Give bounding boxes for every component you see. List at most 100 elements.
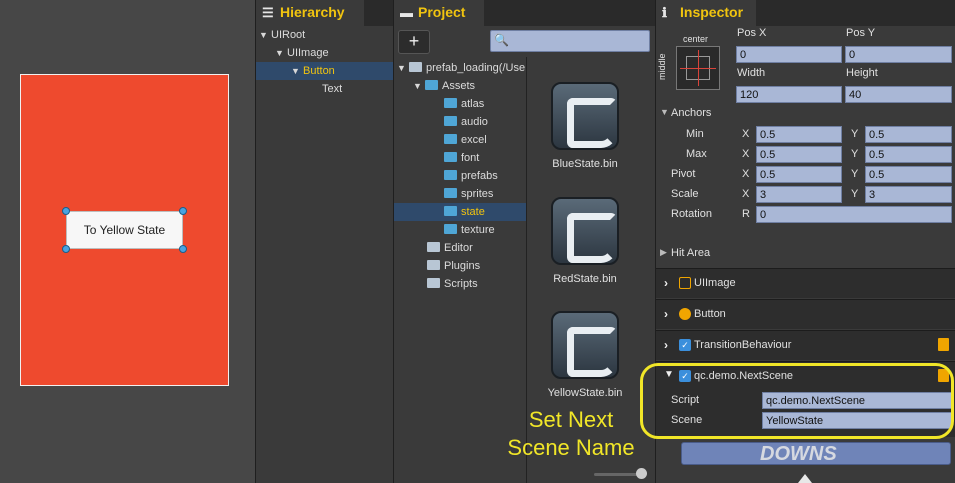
tree-item-label: prefab_loading(/Use: [426, 62, 526, 74]
project-tree-root[interactable]: ▼ prefab_loading(/Use: [397, 59, 525, 77]
asset-bluestate[interactable]: BlueState.bin: [530, 82, 640, 170]
chevron-right-icon[interactable]: ›: [664, 307, 668, 321]
folder-icon: [444, 98, 457, 108]
resize-handle-tl[interactable]: [62, 207, 70, 215]
hierarchy-item-label: UIImage: [287, 47, 329, 59]
project-tree-texture[interactable]: texture: [444, 221, 495, 239]
project-tree-audio[interactable]: audio: [444, 113, 488, 131]
project-tree-sprites[interactable]: sprites: [444, 185, 493, 203]
add-button[interactable]: +: [398, 30, 430, 54]
pivot-x-label: X: [742, 168, 750, 180]
tab-inspector-label: Inspector: [680, 4, 744, 20]
folder-icon: [427, 260, 440, 270]
rotation-field[interactable]: 0: [756, 206, 952, 223]
hierarchy-item-uiroot[interactable]: ▼ UIRoot: [259, 26, 393, 44]
height-field[interactable]: 40: [845, 86, 952, 103]
asset-yellowstate[interactable]: YellowState.bin: [530, 311, 640, 399]
hit-area-label[interactable]: Hit Area: [671, 247, 710, 259]
min-x-field[interactable]: 0.5: [756, 126, 842, 143]
chevron-down-icon[interactable]: ▼: [259, 26, 271, 44]
max-x-field[interactable]: 0.5: [756, 146, 842, 163]
pos-x-label: Pos X: [737, 27, 767, 39]
chevron-down-icon[interactable]: ▼: [413, 77, 425, 95]
resize-handle-bl[interactable]: [62, 245, 70, 253]
enabled-checkbox[interactable]: ✓: [679, 339, 691, 351]
width-label: Width: [737, 67, 766, 79]
pos-y-field[interactable]: 0: [845, 46, 952, 63]
highlight-ellipse: [640, 363, 954, 439]
max-y-field[interactable]: 0.5: [865, 146, 952, 163]
pivot-y-field[interactable]: 0.5: [865, 166, 952, 183]
project-tree-font[interactable]: font: [444, 149, 479, 167]
component-transition[interactable]: › ✓ TransitionBehaviour: [656, 330, 955, 360]
scale-x-field[interactable]: 3: [756, 186, 842, 203]
component-uiimage[interactable]: › UIImage: [656, 268, 955, 298]
add-button-label: +: [408, 31, 420, 51]
tree-item-label: font: [461, 152, 480, 164]
scale-y-field[interactable]: 3: [865, 186, 952, 203]
chevron-down-icon[interactable]: ▼: [397, 59, 409, 77]
scale-y-label: Y: [851, 188, 859, 200]
scene-button[interactable]: To Yellow State: [66, 211, 183, 249]
asset-label: RedState.bin: [553, 273, 617, 285]
scene-button-label: To Yellow State: [83, 223, 166, 237]
anchor-preset-button[interactable]: [676, 46, 720, 90]
scale-x-label: X: [742, 188, 750, 200]
asset-redstate[interactable]: RedState.bin: [530, 197, 640, 285]
tree-item-label: excel: [461, 134, 487, 146]
component-title: UIImage: [694, 277, 736, 289]
scene-view[interactable]: To Yellow State: [0, 0, 255, 483]
watermark-text: DOWNS: [760, 443, 837, 465]
chevron-right-icon[interactable]: ›: [664, 338, 668, 352]
width-field[interactable]: 120: [736, 86, 842, 103]
tab-inspector[interactable]: ℹ Inspector: [656, 0, 756, 26]
search-icon: 🔍: [494, 33, 509, 47]
project-tree-scripts[interactable]: Scripts: [427, 275, 478, 293]
project-tree-prefabs[interactable]: prefabs: [444, 167, 498, 185]
rotation-label: Rotation: [671, 208, 712, 220]
chevron-down-icon[interactable]: ▼: [275, 44, 287, 62]
trash-icon[interactable]: [938, 338, 949, 351]
project-tree-assets[interactable]: ▼ Assets: [413, 77, 475, 95]
resize-handle-tr[interactable]: [179, 207, 187, 215]
hierarchy-item-uiimage[interactable]: ▼ UIImage: [275, 44, 393, 62]
pivot-label: Pivot: [671, 168, 696, 180]
tree-item-label: Editor: [444, 242, 473, 254]
chevron-down-icon[interactable]: ▼: [660, 107, 669, 117]
hierarchy-item-button[interactable]: ▼ Button: [256, 62, 393, 80]
project-tree-editor[interactable]: Editor: [427, 239, 473, 257]
project-panel: ▬ Project + 🔍 ▼ prefab_loading(/Use ▼ Asse…: [393, 0, 655, 483]
chevron-right-icon[interactable]: ›: [664, 276, 668, 290]
resize-handle-br[interactable]: [179, 245, 187, 253]
hierarchy-item-text[interactable]: Text: [322, 80, 392, 98]
project-search-input[interactable]: 🔍: [490, 30, 650, 52]
max-x-label: X: [742, 148, 750, 160]
pos-x-field[interactable]: 0: [736, 46, 842, 63]
zoom-slider-thumb[interactable]: [636, 468, 647, 479]
tree-item-label: texture: [461, 224, 495, 236]
chevron-down-icon[interactable]: ▼: [291, 62, 303, 80]
component-title: Button: [694, 308, 726, 320]
pivot-x-field[interactable]: 0.5: [756, 166, 842, 183]
hierarchy-item-label: UIRoot: [271, 29, 306, 41]
anchor-h-line: [680, 68, 716, 69]
rotation-r-label: R: [742, 208, 750, 220]
project-tree-excel[interactable]: excel: [444, 131, 487, 149]
inspector-tabbar: ℹ Inspector: [656, 0, 955, 26]
tab-project-label: Project: [418, 4, 466, 20]
min-y-field[interactable]: 0.5: [865, 126, 952, 143]
hierarchy-panel: ☰ Hierarchy ▼ UIRoot ▼ UIImage ▼ Button Tex…: [255, 0, 393, 483]
project-tabbar: ▬ Project: [394, 0, 655, 26]
tab-hierarchy[interactable]: ☰ Hierarchy: [256, 0, 364, 26]
asset-label: YellowState.bin: [547, 387, 623, 399]
anchor-preset-side-label: middle: [657, 53, 667, 80]
anchors-label: Anchors: [671, 107, 712, 119]
chevron-right-icon[interactable]: ▶: [660, 247, 667, 258]
project-tree-atlas[interactable]: atlas: [444, 95, 484, 113]
tab-project[interactable]: ▬ Project: [394, 0, 484, 26]
project-tree-plugins[interactable]: Plugins: [427, 257, 480, 275]
component-button[interactable]: › Button: [656, 299, 955, 329]
scale-label: Scale: [671, 188, 699, 200]
project-tree-state[interactable]: state: [394, 203, 526, 221]
tree-item-label: Plugins: [444, 260, 481, 272]
